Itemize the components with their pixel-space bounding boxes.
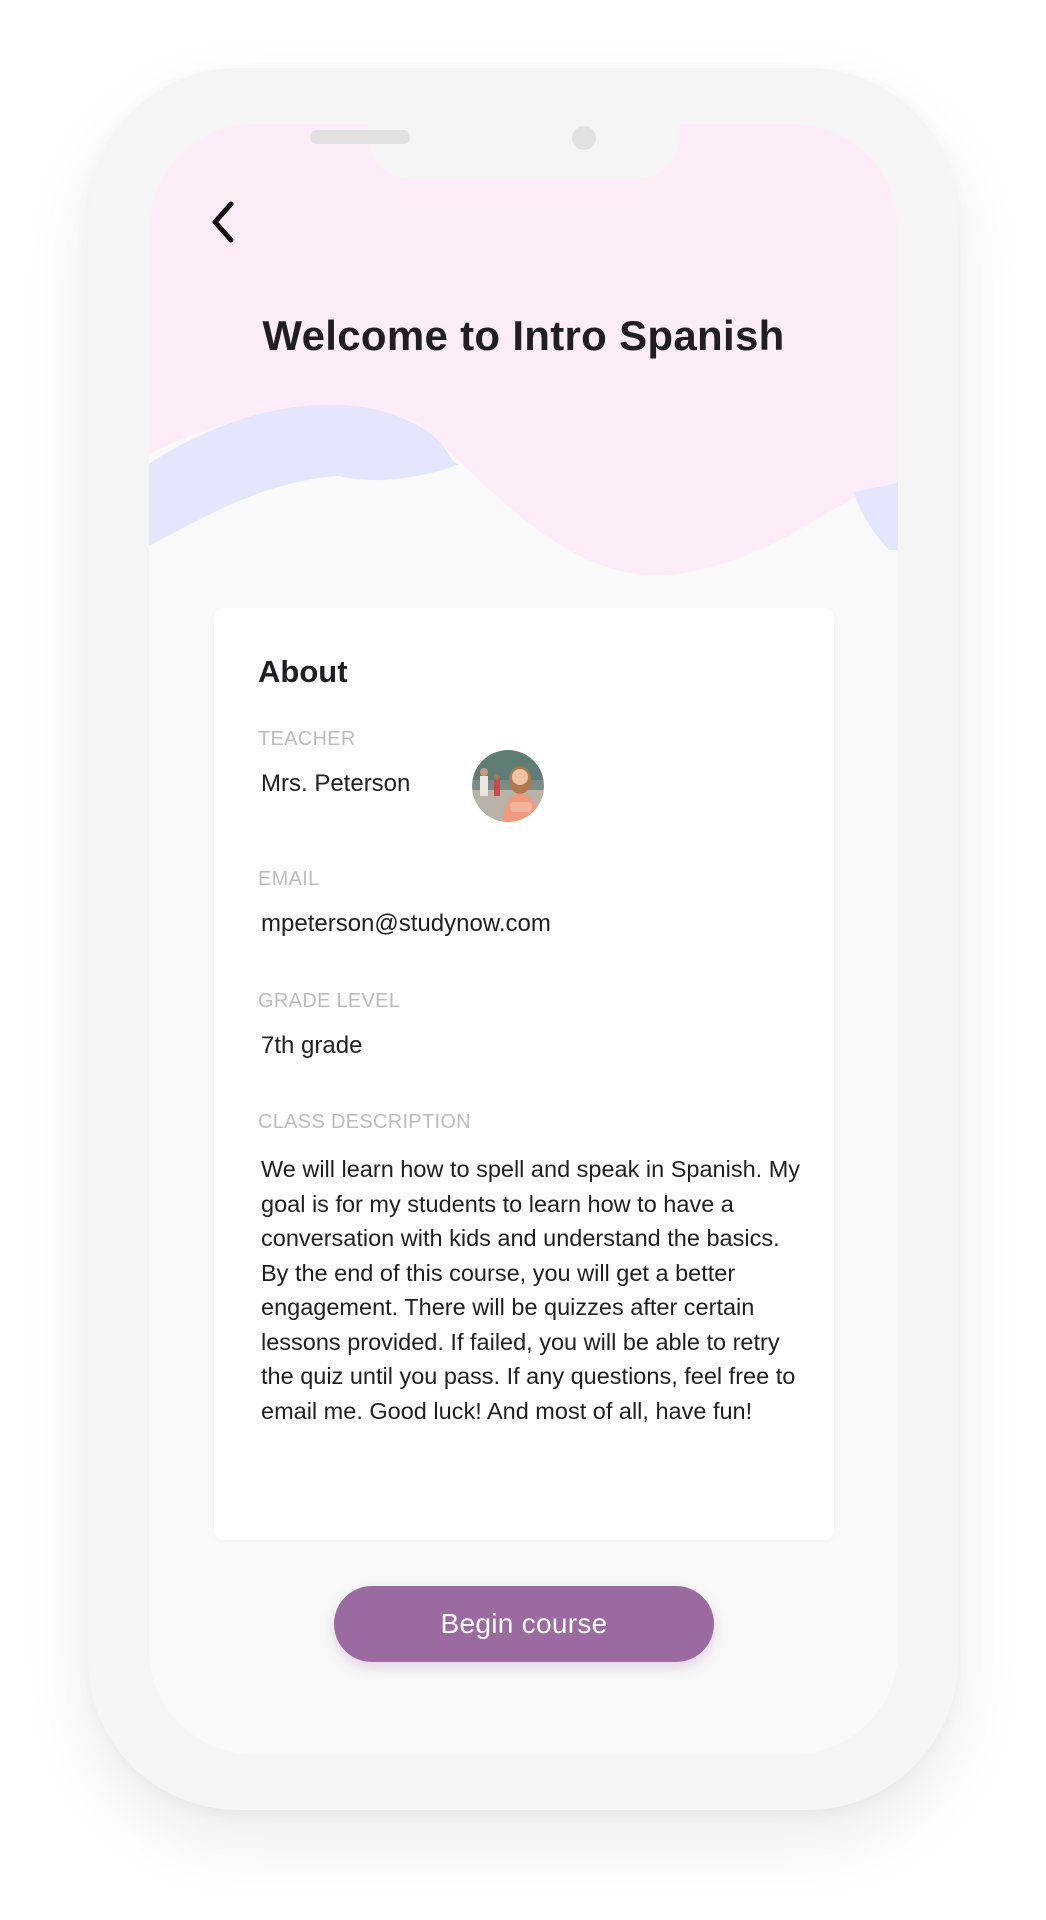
back-button[interactable] (195, 192, 255, 252)
about-card: About TEACHER Mrs. Peterson EMAIL mpeter… (214, 608, 834, 1540)
teacher-name: Mrs. Peterson (261, 770, 411, 797)
begin-course-button[interactable]: Begin course (334, 1586, 714, 1662)
class-description-label: CLASS DESCRIPTION (258, 1111, 471, 1133)
class-description-text: We will learn how to spell and speak in … (261, 1156, 801, 1424)
chevron-left-icon (212, 201, 234, 243)
front-camera (572, 126, 596, 150)
page-title: Welcome to Intro Spanish (262, 312, 785, 359)
about-title: About (258, 654, 348, 689)
speaker-grille (310, 130, 410, 144)
teacher-avatar (472, 750, 544, 822)
teacher-label: TEACHER (258, 728, 356, 750)
email-value: mpeterson@studynow.com (261, 910, 551, 937)
grade-level-value: 7th grade (261, 1032, 363, 1059)
grade-level-label: GRADE LEVEL (258, 990, 401, 1012)
teacher-photo (472, 750, 544, 822)
stage: Welcome to Intro Spanish About TEACHER M… (0, 0, 1046, 1920)
device-notch (369, 124, 679, 178)
email-label: EMAIL (258, 868, 320, 890)
